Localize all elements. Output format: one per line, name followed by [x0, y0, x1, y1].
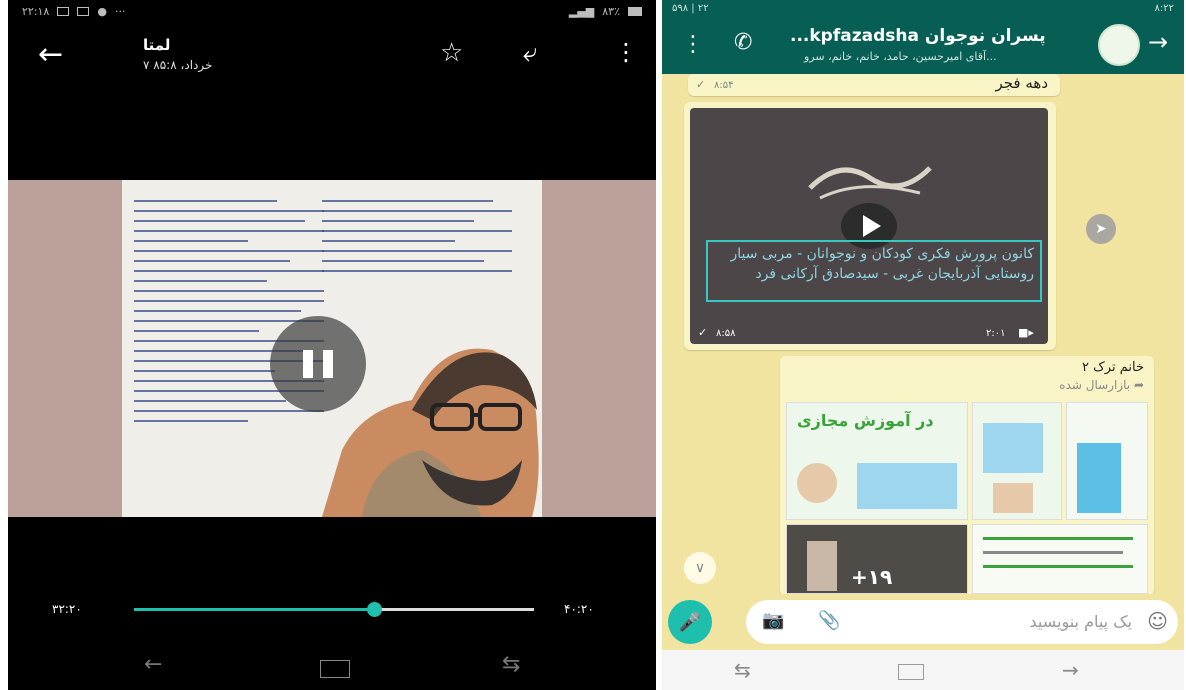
back-arrow-icon[interactable]: ← [38, 40, 63, 70]
star-icon[interactable]: ☆ [440, 38, 463, 68]
forwarded-icon: ➦ [1133, 378, 1144, 392]
add-call-icon[interactable]: ✆ [734, 30, 752, 55]
album-image[interactable]: +۱۹ [786, 524, 968, 594]
pause-button[interactable] [270, 316, 366, 412]
sender-name: لمتا [143, 36, 171, 54]
nav-back-icon[interactable]: → [1062, 658, 1079, 682]
album-image[interactable] [1066, 402, 1148, 520]
calligraphy-image [808, 166, 932, 200]
text-line [983, 537, 1133, 540]
elapsed-time: ۳۲:۲۰ [52, 602, 82, 616]
seek-bar-fill [134, 608, 374, 611]
album-image[interactable] [972, 524, 1148, 594]
video-caption: کانون پرورش فکری کودکان و نوجوانان - مرب… [706, 240, 1042, 302]
group-title[interactable]: ...kpfazadsha پسران نوجوان [790, 26, 1046, 46]
message-input[interactable]: 📷 📎 یک پیام بنویسید ☺ [746, 600, 1178, 644]
video-message-time: ۸:۵۸ [716, 328, 736, 339]
more-options-icon[interactable]: ⋮ [614, 40, 638, 64]
pause-icon-bar-right [323, 350, 333, 378]
viewer-toolbar: ← لمتا ۷ خرداد، ۸۵:۸ ☆ ⤶ ⋮ [8, 30, 656, 90]
battery-percent: ۸۳٪ [602, 4, 620, 18]
message-time: ۸:۵۴ [714, 80, 734, 91]
message-bubble[interactable]: ✓ ۸:۵۴ دهه فجر [688, 74, 1060, 96]
pause-icon-bar-left [303, 350, 313, 378]
child-figure [797, 463, 837, 503]
status-bar: ۵۹۸ ‎|‎ ۲۲ ۸:۲۲ [662, 0, 1184, 16]
album-image-title: در آموزش مجازی [797, 411, 934, 430]
nav-home-icon[interactable] [898, 664, 924, 680]
text-line [983, 565, 1133, 568]
album-image[interactable]: در آموزش مجازی [786, 402, 968, 520]
system-nav-bar: ← ⇆ [8, 646, 656, 690]
system-nav-bar: ⇆ → [662, 650, 1184, 690]
media-viewer-screen: ۲۲:۱۸ ● ··· ▂▄▆ ۸۳٪ ← لمتا ۷ خرداد، ۸۵:۸… [8, 0, 656, 690]
status-time: ۲۲:۱۸ [22, 4, 50, 18]
text-column-right [322, 200, 512, 280]
scroll-down-button[interactable]: ∨ [684, 552, 716, 584]
image-album-bubble[interactable]: خانم ترک ۲ بازارسال شده ➦ در آموزش مجازی… [780, 356, 1154, 594]
album-image[interactable] [972, 402, 1062, 520]
mic-button[interactable]: 🎤 [668, 600, 712, 644]
read-check-icon: ✓ [698, 326, 708, 339]
message-placeholder: یک پیام بنویسید [1029, 612, 1132, 631]
nav-home-icon[interactable] [320, 660, 350, 678]
image-icon [57, 6, 70, 16]
video-frame[interactable] [8, 180, 656, 517]
laptop-graphic [857, 463, 957, 509]
reply-icon[interactable]: ⤶ [523, 38, 538, 69]
video-thumbnail[interactable]: کانون پرورش فکری کودکان و نوجوانان - مرب… [690, 108, 1048, 344]
video-duration: ۲:۰۱ [986, 328, 1006, 339]
poster-graphic [1077, 443, 1121, 513]
forwarded-text: بازارسال شده [1059, 378, 1131, 392]
seek-bar[interactable] [134, 602, 534, 617]
seek-bar-handle[interactable] [367, 602, 382, 617]
poster-graphic [983, 423, 1043, 473]
back-arrow-icon[interactable]: → [1148, 28, 1168, 56]
message-list[interactable]: ✓ ۸:۵۴ دهه فجر کانون پرورش فکری کودکان و… [662, 74, 1184, 594]
text-line [983, 551, 1123, 554]
emoji-icon[interactable]: ☺ [1147, 609, 1168, 633]
total-time: ۴۰:۲۰ [564, 602, 594, 616]
chat-screen: ۵۹۸ ‎|‎ ۲۲ ۸:۲۲ ⋮ ✆ ...kpfazadsha پسران … [662, 0, 1184, 690]
video-message-bubble[interactable]: کانون پرورش فکری کودکان و نوجوانان - مرب… [684, 102, 1056, 350]
message-date: ۷ خرداد، ۸۵:۸ [143, 58, 213, 72]
group-members: آقای امیرحسین، حامد، خانم، خانم، سرو... [804, 50, 997, 63]
more-images-count: +۱۹ [851, 565, 893, 589]
status-time: ۸:۲۲ [1154, 2, 1174, 14]
notification-icon: ● [97, 4, 107, 18]
sender-name: خانم ترک ۲ [1082, 360, 1144, 375]
child-figure [993, 483, 1033, 513]
playback-progress: ۳۲:۲۰ ۴۰:۲۰ [8, 596, 656, 626]
more-options-icon[interactable]: ⋮ [682, 32, 704, 57]
cast-icon [77, 6, 90, 16]
video-camera-icon: ■▸ [1018, 326, 1034, 339]
nav-recents-icon[interactable]: ⇆ [502, 652, 520, 677]
more-notifications-icon: ··· [114, 4, 126, 18]
camera-icon[interactable]: 📷 [762, 610, 784, 631]
battery-icon [628, 6, 642, 16]
nav-recents-icon[interactable]: ⇆ [734, 658, 751, 682]
read-check-icon: ✓ [696, 78, 706, 91]
forward-icon[interactable]: ➤ [1086, 214, 1116, 244]
message-input-bar: 🎤 📷 📎 یک پیام بنویسید ☺ [662, 594, 1184, 650]
attach-icon[interactable]: 📎 [818, 610, 840, 631]
status-left: ۵۹۸ ‎|‎ ۲۲ [672, 2, 709, 14]
chat-header: ⋮ ✆ ...kpfazadsha پسران نوجوان آقای امیر… [662, 16, 1184, 74]
status-bar: ۲۲:۱۸ ● ··· ▂▄▆ ۸۳٪ [8, 0, 656, 22]
group-avatar[interactable] [1098, 24, 1140, 66]
forwarded-label: بازارسال شده ➦ [1059, 378, 1144, 392]
nav-back-icon[interactable]: ← [144, 652, 162, 677]
person-figure [807, 541, 837, 591]
message-text: دهه فجر [995, 74, 1048, 92]
signal-icon: ▂▄▆ [568, 4, 595, 18]
